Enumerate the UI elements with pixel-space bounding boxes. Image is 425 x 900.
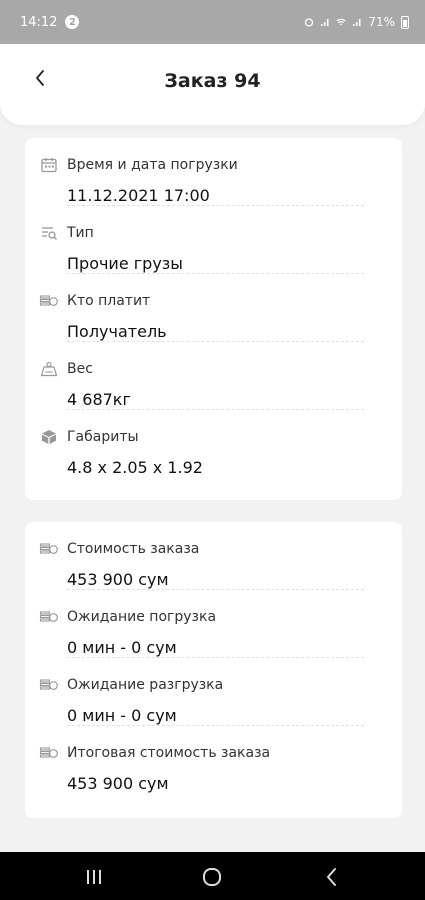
cargo-type-item: Тип Прочие грузы bbox=[25, 206, 402, 274]
navigation-bar bbox=[0, 852, 425, 900]
cargo-details-card: Время и дата погрузки 11.12.2021 17:00 Т… bbox=[25, 138, 402, 500]
item-label: Ожидание разгрузка bbox=[67, 677, 224, 693]
signal-icon bbox=[353, 19, 361, 26]
header: Заказ 94 bbox=[0, 44, 425, 125]
battery-icon bbox=[401, 15, 409, 29]
item-label: Вес bbox=[67, 361, 93, 377]
money-icon bbox=[39, 295, 58, 306]
weight-item: Вес 4 687кг bbox=[25, 342, 402, 410]
status-bar: 14:12 2 71% bbox=[0, 0, 425, 44]
item-value: 11.12.2021 17:00 bbox=[67, 186, 210, 205]
item-label: Время и дата погрузки bbox=[67, 157, 238, 173]
status-time: 14:12 bbox=[20, 14, 58, 30]
item-value: Прочие грузы bbox=[67, 254, 183, 273]
battery-percent: 71% bbox=[368, 15, 395, 29]
payer-item: Кто платит Получатель bbox=[25, 274, 402, 342]
recents-icon[interactable] bbox=[82, 865, 106, 889]
item-label: Габариты bbox=[67, 429, 139, 445]
signal-icon bbox=[321, 19, 329, 26]
list-search-icon bbox=[42, 227, 57, 240]
loading-datetime-item: Время и дата погрузки 11.12.2021 17:00 bbox=[25, 138, 402, 206]
item-label: Кто платит bbox=[67, 293, 151, 309]
item-label: Ожидание погрузка bbox=[67, 609, 217, 625]
box-icon bbox=[42, 430, 56, 444]
money-icon bbox=[39, 747, 58, 758]
money-icon bbox=[39, 679, 58, 690]
money-icon bbox=[39, 543, 58, 554]
item-value: 453 900 сум bbox=[67, 570, 169, 589]
item-value: 453 900 сум bbox=[67, 774, 169, 793]
dimensions-item: Габариты 4.8 x 2.05 x 1.92 bbox=[25, 410, 402, 478]
order-cost-item: Стоимость заказа 453 900 сум bbox=[25, 522, 402, 590]
item-value: 0 мин - 0 сум bbox=[67, 706, 177, 725]
alarm-icon bbox=[305, 18, 314, 27]
item-value: 4.8 x 2.05 x 1.92 bbox=[67, 458, 203, 477]
item-label: Итоговая стоимость заказа bbox=[67, 745, 271, 761]
item-label: Стоимость заказа bbox=[67, 541, 200, 557]
page-title: Заказ 94 bbox=[164, 70, 261, 92]
back-icon[interactable] bbox=[320, 865, 344, 889]
money-icon bbox=[39, 611, 58, 622]
wifi-icon bbox=[336, 18, 346, 26]
unloading-wait-item: Ожидание разгрузка 0 мин - 0 сум bbox=[25, 658, 402, 726]
item-value: 0 мин - 0 сум bbox=[67, 638, 177, 657]
item-value: Получатель bbox=[67, 322, 167, 341]
cost-details-card: Стоимость заказа 453 900 сум Ожидание по… bbox=[25, 522, 402, 818]
loading-wait-item: Ожидание погрузка 0 мин - 0 сум bbox=[25, 590, 402, 658]
weight-icon bbox=[40, 361, 58, 377]
item-label: Тип bbox=[67, 225, 94, 241]
calendar-icon bbox=[41, 158, 57, 173]
total-cost-item: Итоговая стоимость заказа 453 900 сум bbox=[25, 726, 402, 794]
notification-badge: 2 bbox=[65, 15, 80, 29]
home-icon[interactable] bbox=[200, 865, 224, 889]
item-value: 4 687кг bbox=[67, 390, 131, 409]
